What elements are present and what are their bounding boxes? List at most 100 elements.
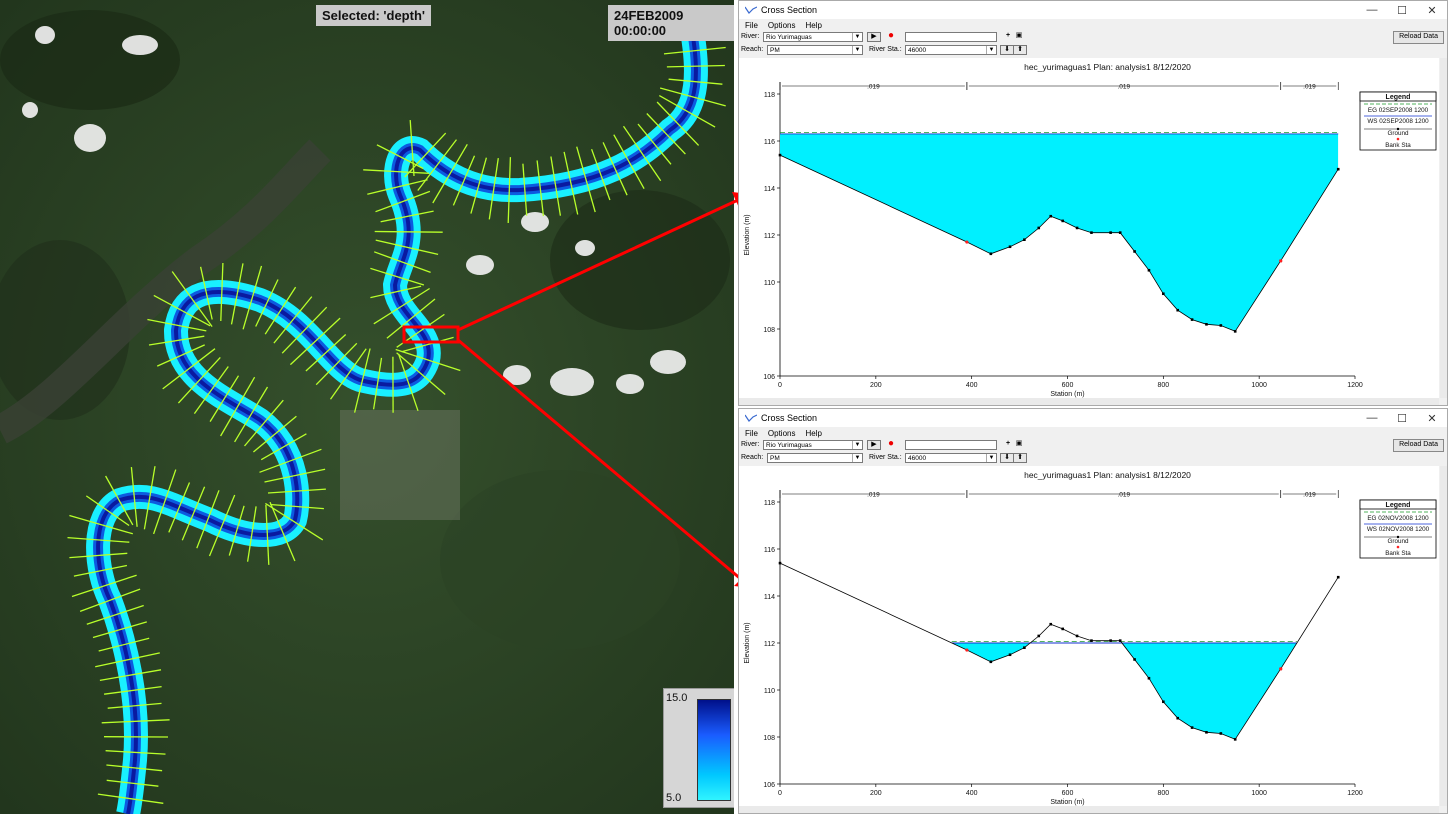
river-select[interactable]: Rio Yurimaguas ▼ xyxy=(763,440,863,450)
cross-section-chart: hec_yurimaguas1 Plan: analysis1 8/12/202… xyxy=(744,62,1437,398)
ground-point xyxy=(1118,231,1122,234)
river-label: River: xyxy=(741,33,760,40)
cross-section-plot[interactable]: hec_yurimaguas1 Plan: analysis1 8/12/202… xyxy=(739,58,1439,398)
cross-section-chart: hec_yurimaguas1 Plan: analysis1 8/12/202… xyxy=(744,470,1437,806)
map-view[interactable]: Selected: 'depth' 24FEB2009 00:00:00 15.… xyxy=(0,0,734,814)
ground-point xyxy=(1205,323,1208,326)
ground-point xyxy=(1190,318,1194,321)
play-animation-button[interactable]: ▶ xyxy=(867,32,881,42)
legend-min-value: 5.0 xyxy=(666,792,682,804)
ground-point xyxy=(1109,639,1112,642)
profile-input[interactable] xyxy=(905,32,997,42)
y-tick-label: 110 xyxy=(764,688,775,695)
ground-point xyxy=(1049,622,1053,626)
river-select[interactable]: Rio Yurimaguas ▼ xyxy=(763,32,863,42)
ground-point xyxy=(1023,238,1026,241)
play-animation-button[interactable]: ▶ xyxy=(867,440,881,450)
ground-point xyxy=(1336,167,1340,171)
x-tick-label: 800 xyxy=(1157,382,1169,389)
close-button[interactable]: ✕ xyxy=(1417,409,1447,427)
minimize-button[interactable]: — xyxy=(1357,409,1387,427)
y-tick-label: 116 xyxy=(764,547,775,554)
legend-entry: EG 02SEP2008 1200 xyxy=(1368,107,1429,114)
station-down-button[interactable]: ⬇ xyxy=(1000,45,1014,55)
y-tick-label: 106 xyxy=(763,374,775,381)
record-icon[interactable]: ● xyxy=(884,439,898,450)
reach-select[interactable]: PM ▼ xyxy=(767,45,863,55)
ground-point xyxy=(1190,726,1194,729)
ground-point xyxy=(1008,653,1012,657)
ground-point xyxy=(1219,324,1223,327)
camera-icon[interactable]: ▣ xyxy=(1012,32,1026,42)
x-tick-label: 200 xyxy=(870,382,882,389)
y-tick-label: 114 xyxy=(764,186,775,193)
maximize-button[interactable]: ☐ xyxy=(1387,409,1417,427)
ground-point xyxy=(1109,231,1112,234)
menu-file[interactable]: File xyxy=(745,429,758,438)
record-icon[interactable]: ● xyxy=(884,31,898,42)
river-station-label: River Sta.: xyxy=(869,454,902,461)
y-tick-label: 112 xyxy=(764,233,775,240)
window-titlebar[interactable]: Cross Section — ☐ ✕ xyxy=(739,1,1447,19)
ground-point xyxy=(778,153,782,157)
satellite-map xyxy=(0,0,734,814)
reload-data-button[interactable]: Reload Data xyxy=(1393,31,1444,44)
ground-point xyxy=(1037,634,1041,638)
bank-station-marker xyxy=(965,648,969,652)
x-tick-label: 600 xyxy=(1062,382,1074,389)
horizontal-scrollbar[interactable] xyxy=(739,806,1439,813)
reload-data-button[interactable]: Reload Data xyxy=(1393,439,1444,452)
station-up-button[interactable]: ⬆ xyxy=(1013,453,1027,463)
cross-section-window-bottom[interactable]: Cross Section — ☐ ✕ File Options Help Ri… xyxy=(738,408,1448,814)
x-tick-label: 800 xyxy=(1157,790,1169,797)
maximize-button[interactable]: ☐ xyxy=(1387,1,1417,19)
menu-options[interactable]: Options xyxy=(768,429,796,438)
ground-point xyxy=(1133,658,1136,661)
ground-point xyxy=(989,252,993,256)
x-axis-label: Station (m) xyxy=(1050,799,1084,806)
menu-help[interactable]: Help xyxy=(805,429,821,438)
y-tick-label: 114 xyxy=(764,594,775,601)
manning-n-label: .019 xyxy=(867,492,880,499)
y-tick-label: 106 xyxy=(763,782,775,789)
cross-section-app-icon xyxy=(745,6,757,14)
bank-station-marker xyxy=(1279,667,1283,671)
ground-point xyxy=(1336,575,1340,579)
menu-help[interactable]: Help xyxy=(805,21,821,30)
river-station-select[interactable]: 46000 ▼ xyxy=(905,453,997,463)
x-tick-label: 400 xyxy=(966,790,978,797)
menu-options[interactable]: Options xyxy=(768,21,796,30)
station-up-button[interactable]: ⬆ xyxy=(1013,45,1027,55)
legend-entry: Bank Sta xyxy=(1385,142,1411,149)
cross-section-plot[interactable]: hec_yurimaguas1 Plan: analysis1 8/12/202… xyxy=(739,466,1439,806)
cross-section-app-icon xyxy=(745,414,757,422)
y-axis-label: Elevation (m) xyxy=(744,214,751,255)
ground-point xyxy=(989,660,993,664)
menu-file[interactable]: File xyxy=(745,21,758,30)
selected-layer-label: Selected: 'depth' xyxy=(316,5,431,26)
legend-entry: Ground xyxy=(1387,538,1409,545)
station-down-button[interactable]: ⬇ xyxy=(1000,453,1014,463)
river-station-select[interactable]: 46000 ▼ xyxy=(905,45,997,55)
chart-title: hec_yurimaguas1 Plan: analysis1 8/12/202… xyxy=(1024,470,1191,480)
ground-point xyxy=(1176,716,1180,720)
ground-point xyxy=(1147,268,1151,272)
horizontal-scrollbar[interactable] xyxy=(739,398,1439,405)
cross-section-window-top[interactable]: Cross Section — ☐ ✕ File Options Help Ri… xyxy=(738,0,1448,406)
water-fill xyxy=(780,643,1339,740)
window-titlebar[interactable]: Cross Section — ☐ ✕ xyxy=(739,409,1447,427)
ground-point xyxy=(1118,639,1122,642)
legend-title: Legend xyxy=(1386,94,1411,101)
ground-point xyxy=(1176,308,1180,312)
close-button[interactable]: ✕ xyxy=(1417,1,1447,19)
camera-icon[interactable]: ▣ xyxy=(1012,440,1026,450)
reach-select[interactable]: PM ▼ xyxy=(767,453,863,463)
vertical-scrollbar[interactable] xyxy=(1440,466,1447,806)
menu-bar: File Options Help xyxy=(739,427,1447,439)
minimize-button[interactable]: — xyxy=(1357,1,1387,19)
chevron-down-icon: ▼ xyxy=(852,46,862,54)
window-title: Cross Section xyxy=(761,5,818,15)
vertical-scrollbar[interactable] xyxy=(1440,58,1447,398)
x-tick-label: 200 xyxy=(870,790,882,797)
profile-input[interactable] xyxy=(905,440,997,450)
